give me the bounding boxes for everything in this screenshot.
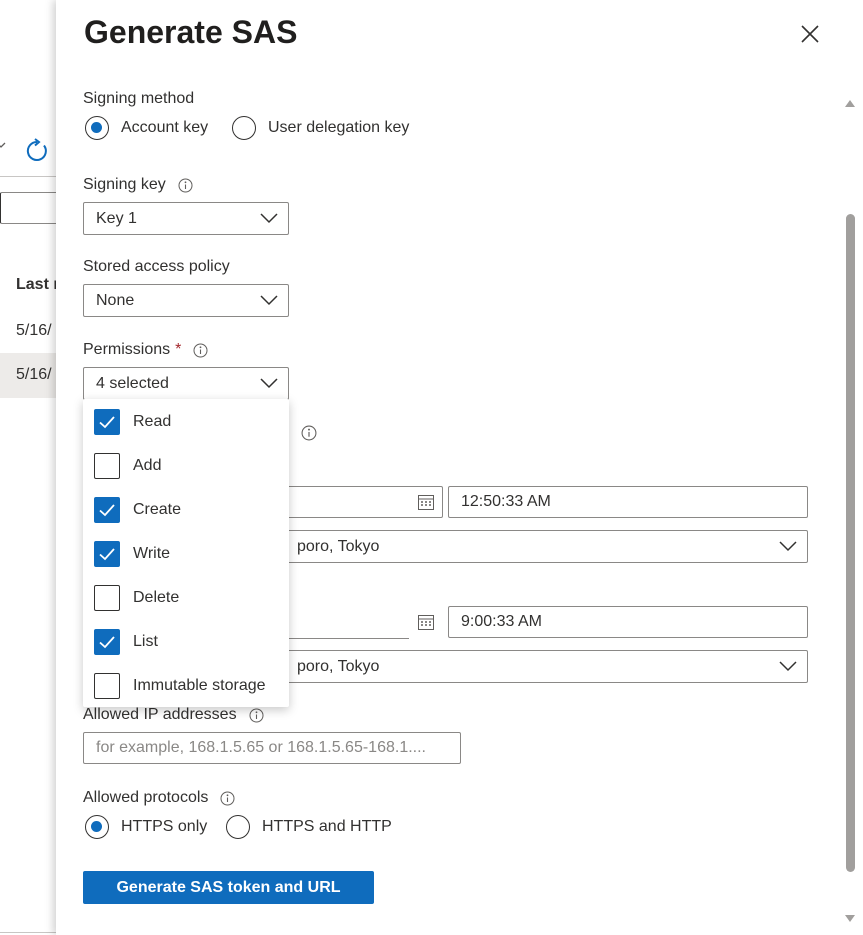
start-time-input[interactable]: 12:50:33 AM [448, 486, 808, 518]
info-icon[interactable] [249, 708, 264, 723]
permission-option-add[interactable]: Add [94, 451, 161, 481]
table-row[interactable]: 5/16/ [0, 354, 60, 398]
allowed-ip-placeholder: for example, 168.1.5.65 or 168.1.5.65-16… [96, 739, 426, 756]
checkbox-checked[interactable] [94, 629, 120, 655]
permission-option-label: Create [133, 501, 182, 518]
signing-key-dropdown[interactable]: Key 1 [83, 202, 289, 235]
signing-method-label: Signing method [83, 90, 194, 108]
toolbar-divider [0, 176, 60, 177]
expiry-timezone-value: poro, Tokyo [297, 657, 380, 675]
chevron-down-icon [260, 378, 278, 389]
radio-circle[interactable] [232, 116, 256, 140]
permission-option-label: Add [133, 457, 162, 474]
radio-circle-selected[interactable] [85, 815, 109, 839]
permission-option-create[interactable]: Create [94, 495, 181, 525]
permission-option-label: Read [133, 413, 172, 430]
bottom-divider [0, 932, 60, 933]
checkbox-checked[interactable] [94, 541, 120, 567]
permissions-label: Permissions * [83, 341, 208, 359]
checkmark-icon [99, 548, 115, 561]
signing-key-label: Signing key [83, 176, 193, 194]
info-icon[interactable] [178, 178, 193, 193]
permission-option-read[interactable]: Read [94, 407, 171, 437]
radio-circle[interactable] [226, 815, 250, 839]
permission-option-immutable-storage[interactable]: Immutable storage [94, 671, 266, 701]
stored-access-policy-value: None [96, 291, 135, 309]
permission-option-list[interactable]: List [94, 627, 158, 657]
table-cell: 5/16/ [16, 366, 52, 383]
checkbox[interactable] [94, 673, 120, 699]
checkbox[interactable] [94, 585, 120, 611]
permissions-flyout: Read Add Create Write Delete List Immuta… [83, 399, 289, 707]
allowed-protocols-label-text: Allowed protocols [83, 789, 209, 806]
radio-https-only-label: HTTPS only [121, 818, 208, 835]
start-time-value: 12:50:33 AM [461, 493, 551, 510]
stored-access-policy-label: Stored access policy [83, 258, 230, 276]
scrollbar-thumb[interactable] [846, 214, 855, 872]
stored-access-policy-label-text: Stored access policy [83, 258, 230, 275]
chevron-down-icon[interactable] [0, 140, 6, 150]
radio-circle-selected[interactable] [85, 116, 109, 140]
calendar-icon[interactable] [417, 613, 435, 631]
signing-key-label-text: Signing key [83, 176, 166, 193]
expiry-time-value: 9:00:33 AM [461, 613, 542, 630]
stored-access-policy-dropdown[interactable]: None [83, 284, 289, 317]
permissions-label-text: Permissions [83, 341, 171, 358]
allowed-protocols-label: Allowed protocols [83, 789, 235, 807]
permissions-value: 4 selected [96, 374, 169, 392]
table-row[interactable]: 5/16/ [0, 310, 60, 354]
info-icon[interactable] [220, 791, 235, 806]
radio-https-only[interactable]: HTTPS only [85, 815, 207, 839]
checkmark-icon [99, 504, 115, 517]
permission-option-label: Write [133, 545, 171, 562]
permissions-dropdown[interactable]: 4 selected [83, 367, 289, 400]
allowed-ip-label: Allowed IP addresses [83, 706, 264, 724]
panel-title: Generate SAS [84, 14, 298, 50]
generate-sas-panel: Generate SAS Signing method Account key … [56, 0, 863, 935]
chevron-down-icon [260, 295, 278, 306]
required-mark: * [175, 341, 182, 358]
chevron-down-icon [779, 661, 797, 672]
radio-user-delegation-key-label: User delegation key [268, 119, 410, 136]
table-cell: 5/16/ [16, 322, 52, 339]
refresh-icon[interactable] [24, 138, 50, 164]
permission-option-label: Immutable storage [133, 677, 266, 694]
signing-method-label-text: Signing method [83, 90, 195, 107]
checkbox-checked[interactable] [94, 409, 120, 435]
permission-option-label: Delete [133, 589, 180, 606]
start-timezone-value: poro, Tokyo [297, 537, 380, 555]
checkbox[interactable] [94, 453, 120, 479]
chevron-down-icon [260, 213, 278, 224]
permission-option-label: List [133, 633, 158, 650]
radio-user-delegation-key[interactable]: User delegation key [232, 116, 409, 140]
background-page: Last m 5/16/ 5/16/ [0, 0, 60, 935]
info-icon[interactable] [301, 425, 317, 441]
expiry-time-input[interactable]: 9:00:33 AM [448, 606, 808, 638]
signing-key-value: Key 1 [96, 209, 137, 227]
checkmark-icon [99, 636, 115, 649]
permission-option-write[interactable]: Write [94, 539, 170, 569]
chevron-down-icon [779, 541, 797, 552]
checkmark-icon [99, 416, 115, 429]
scroll-down-arrow-icon[interactable] [844, 914, 856, 924]
allowed-ip-label-text: Allowed IP addresses [83, 706, 237, 723]
info-icon[interactable] [193, 343, 208, 358]
radio-account-key[interactable]: Account key [85, 116, 208, 140]
column-header-last-modified[interactable]: Last m [16, 276, 60, 294]
close-icon[interactable] [798, 22, 822, 46]
permission-option-delete[interactable]: Delete [94, 583, 179, 613]
generate-sas-button[interactable]: Generate SAS token and URL [83, 871, 374, 904]
scroll-up-arrow-icon[interactable] [844, 98, 856, 108]
radio-https-and-http-label: HTTPS and HTTP [262, 818, 392, 835]
allowed-ip-input[interactable]: for example, 168.1.5.65 or 168.1.5.65-16… [83, 732, 461, 764]
radio-account-key-label: Account key [121, 119, 209, 136]
filter-box[interactable] [0, 192, 60, 224]
checkbox-checked[interactable] [94, 497, 120, 523]
calendar-icon[interactable] [417, 493, 435, 511]
radio-https-and-http[interactable]: HTTPS and HTTP [226, 815, 392, 839]
